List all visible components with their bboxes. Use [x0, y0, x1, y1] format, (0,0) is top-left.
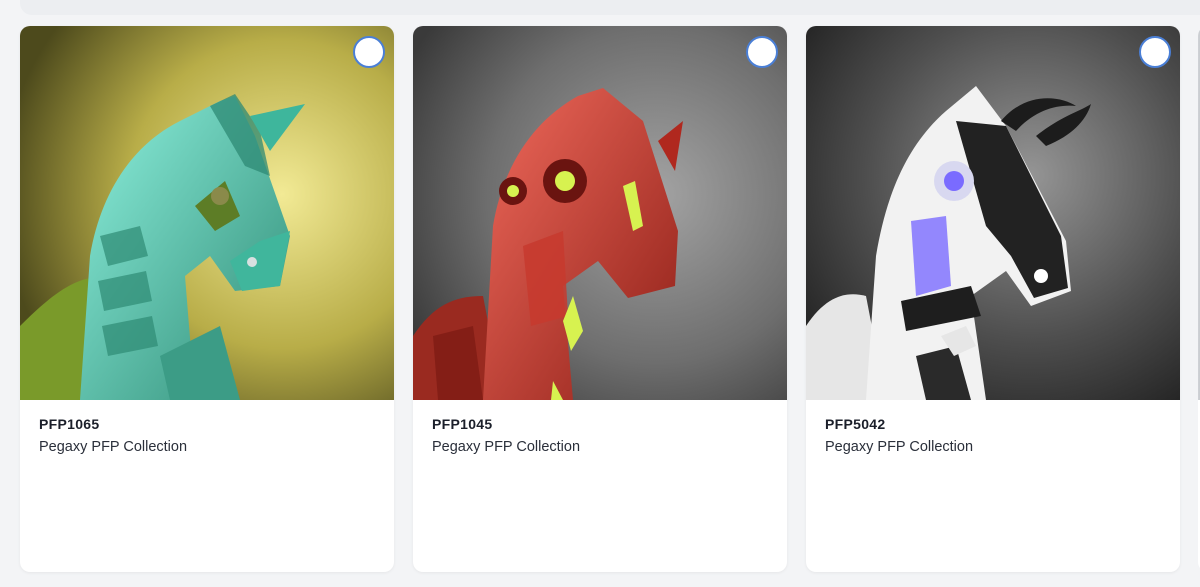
top-toolbar-edge: [20, 0, 1200, 15]
select-radio-button[interactable]: [1139, 36, 1171, 68]
teal-robot-pegasus-image: [20, 26, 394, 400]
nft-image: [806, 26, 1180, 400]
red-robot-pegasus-image: [413, 26, 787, 400]
nft-image: [413, 26, 787, 400]
collection-name: Pegaxy PFP Collection: [825, 439, 974, 455]
white-black-robot-pegasus-image: [806, 26, 1180, 400]
nft-card[interactable]: PFP5042 Pegaxy PFP Collection: [806, 26, 1180, 572]
select-radio-button[interactable]: [353, 36, 385, 68]
collection-name: Pegaxy PFP Collection: [39, 439, 188, 455]
nft-id: PFP1065: [39, 416, 100, 432]
card-body: PFP1045 Pegaxy PFP Collection: [432, 415, 771, 456]
nft-card[interactable]: PFP1045 Pegaxy PFP Collection: [413, 26, 787, 572]
collection-name: Pegaxy PFP Collection: [432, 439, 581, 455]
nft-image: [20, 26, 394, 400]
nft-id: PFP5042: [825, 416, 886, 432]
select-radio-button[interactable]: [746, 36, 778, 68]
nft-card[interactable]: PFP1065 Pegaxy PFP Collection: [20, 26, 394, 572]
nft-id: PFP1045: [432, 416, 493, 432]
card-body: PFP5042 Pegaxy PFP Collection: [825, 415, 1164, 456]
card-body: PFP1065 Pegaxy PFP Collection: [39, 415, 378, 456]
